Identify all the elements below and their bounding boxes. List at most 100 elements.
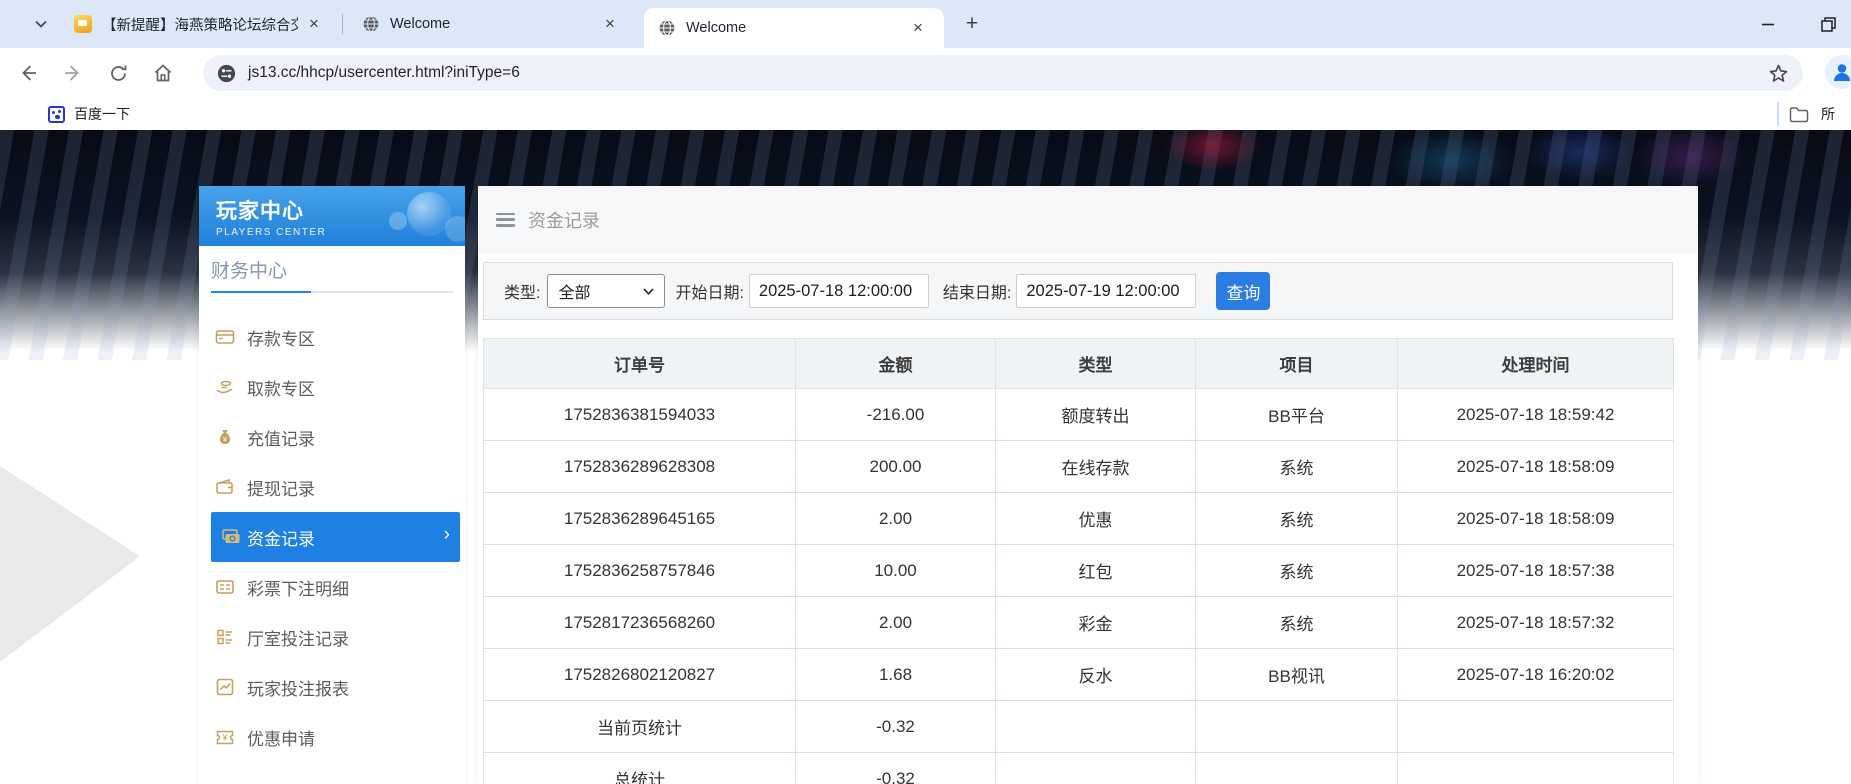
cell-empty (996, 753, 1196, 784)
sidebar-item-withdraw[interactable]: 取款专区 (199, 362, 465, 412)
column-header-project: 项目 (1196, 339, 1398, 389)
cell-amount: 1.68 (796, 649, 996, 701)
sidebar-menu: 存款专区 取款专区 ¥ 充值记录 提现记录 (199, 312, 465, 762)
bookmarks-divider (1777, 102, 1779, 126)
bookmark-baidu[interactable]: 百度一下 (48, 101, 130, 127)
background-triangle-decoration (0, 466, 140, 662)
sidebar-item-label: 优惠申请 (247, 725, 315, 750)
tab-welcome-2-active[interactable]: Welcome × (644, 8, 944, 48)
sidebar-item-deposit[interactable]: 存款专区 (199, 312, 465, 362)
tab-welcome-1[interactable]: Welcome × (352, 0, 632, 48)
table-row: 1752836258757846 10.00 红包 系统 2025-07-18 … (484, 545, 1674, 597)
sidebar-item-player-bet-report[interactable]: 玩家投注报表 (199, 662, 465, 712)
sidebar-item-label: 存款专区 (247, 325, 315, 350)
sidebar-item-recharge-record[interactable]: ¥ 充值记录 (199, 412, 465, 462)
promo-apply-icon: ¥ (215, 727, 235, 747)
sidebar-item-funds-record[interactable]: 资金记录 › (211, 512, 460, 562)
sidebar-item-hall-bet-record[interactable]: 厅室投注记录 (199, 612, 465, 662)
cell-order-no: 1752836381594033 (484, 389, 796, 441)
cell-type: 额度转出 (996, 389, 1196, 441)
type-select-value: 全部 (558, 279, 590, 303)
cell-type: 彩金 (996, 597, 1196, 649)
cell-empty (1196, 701, 1398, 753)
funds-record-panel: 资金记录 类型: 全部 开始日期: 2025-07-18 12:00:00 结束… (478, 186, 1698, 784)
sidebar-item-withdrawal-record[interactable]: 提现记录 (199, 462, 465, 512)
home-icon[interactable] (146, 56, 180, 90)
page-title: 资金记录 (528, 207, 600, 233)
tab-divider (342, 14, 343, 34)
cell-type: 反水 (996, 649, 1196, 701)
start-date-input[interactable]: 2025-07-18 12:00:00 (749, 274, 929, 308)
sidebar-item-label: 资金记录 (247, 525, 315, 550)
menu-hamburger-icon[interactable] (496, 213, 515, 227)
cell-project: 系统 (1196, 545, 1398, 597)
all-bookmarks-button[interactable]: 所 (1789, 101, 1851, 127)
cell-amount: -216.00 (796, 389, 996, 441)
new-tab-button[interactable]: + (958, 10, 986, 38)
bookmark-label: 百度一下 (74, 104, 130, 124)
column-header-time: 处理时间 (1398, 339, 1674, 389)
cell-amount: -0.32 (796, 701, 996, 753)
cell-order-no: 1752826802120827 (484, 649, 796, 701)
address-bar[interactable]: js13.cc/hhcp/usercenter.html?iniType=6 (203, 55, 1803, 91)
tab-forum[interactable]: 【新提醒】海燕策略论坛综合交 × (64, 0, 336, 48)
restore-icon[interactable] (1813, 9, 1843, 39)
players-center-sidebar: 玩家中心 PLAYERS CENTER 财务中心 存款专区 取款专区 ¥ (199, 186, 465, 784)
tab-title: Welcome (686, 20, 746, 36)
bookmarks-bar: 百度一下 所 (0, 98, 1851, 130)
panel-header: 资金记录 (478, 186, 1698, 253)
cell-empty (1398, 701, 1674, 753)
close-icon[interactable]: × (906, 16, 930, 40)
type-select[interactable]: 全部 (547, 274, 665, 308)
cell-time: 2025-07-18 18:58:09 (1398, 441, 1674, 493)
tab-search-button[interactable] (26, 10, 56, 38)
chevron-right-icon: › (444, 524, 450, 546)
back-icon[interactable] (11, 56, 45, 90)
cell-time: 2025-07-18 18:57:38 (1398, 545, 1674, 597)
withdraw-hand-icon (215, 377, 235, 397)
minimize-icon[interactable] (1753, 9, 1783, 39)
deposit-card-icon (215, 327, 235, 347)
chevron-down-icon (643, 288, 654, 295)
forward-icon[interactable] (56, 56, 90, 90)
section-underline (211, 291, 453, 293)
table-row: 1752836289645165 2.00 优惠 系统 2025-07-18 1… (484, 493, 1674, 545)
table-row-page-total: 当前页统计 -0.32 (484, 701, 1674, 753)
table-row: 1752836381594033 -216.00 额度转出 BB平台 2025-… (484, 389, 1674, 441)
cell-amount: 2.00 (796, 493, 996, 545)
sidebar-item-label: 厅室投注记录 (247, 625, 349, 650)
sidebar-item-label: 取款专区 (247, 375, 315, 400)
cell-amount: 2.00 (796, 597, 996, 649)
sidebar-item-label: 玩家投注报表 (247, 675, 349, 700)
table-row: 1752826802120827 1.68 反水 BB视讯 2025-07-18… (484, 649, 1674, 701)
site-settings-icon[interactable] (217, 64, 236, 83)
profile-avatar[interactable] (1825, 55, 1851, 89)
cell-amount: -0.32 (796, 753, 996, 784)
globe-icon (362, 15, 380, 33)
recharge-bag-icon: ¥ (215, 427, 235, 447)
search-button[interactable]: 查询 (1216, 272, 1270, 310)
baidu-paw-icon (48, 106, 65, 123)
table-row: 1752836289628308 200.00 在线存款 系统 2025-07-… (484, 441, 1674, 493)
close-icon[interactable]: × (598, 12, 622, 36)
column-header-type: 类型 (996, 339, 1196, 389)
sidebar-item-lottery-bet-detail[interactable]: 彩票下注明细 (199, 562, 465, 612)
column-header-order-no: 订单号 (484, 339, 796, 389)
banner-bubble-decoration (445, 216, 465, 242)
reload-icon[interactable] (101, 56, 135, 90)
cell-order-no: 1752836289628308 (484, 441, 796, 493)
end-date-input[interactable]: 2025-07-19 12:00:00 (1016, 274, 1196, 308)
cell-label: 当前页统计 (484, 701, 796, 753)
cell-project: BB视讯 (1196, 649, 1398, 701)
lottery-bet-icon (215, 577, 235, 597)
bookmark-star-icon[interactable] (1768, 63, 1789, 84)
cell-project: 系统 (1196, 441, 1398, 493)
funds-record-icon (221, 527, 241, 547)
window-controls (1753, 0, 1843, 48)
sidebar-item-promo-apply[interactable]: ¥ 优惠申请 (199, 712, 465, 762)
close-icon[interactable]: × (302, 12, 326, 36)
cell-project: 系统 (1196, 493, 1398, 545)
url-text[interactable]: js13.cc/hhcp/usercenter.html?iniType=6 (248, 64, 520, 82)
cell-type: 红包 (996, 545, 1196, 597)
forum-favicon-icon (74, 15, 92, 33)
